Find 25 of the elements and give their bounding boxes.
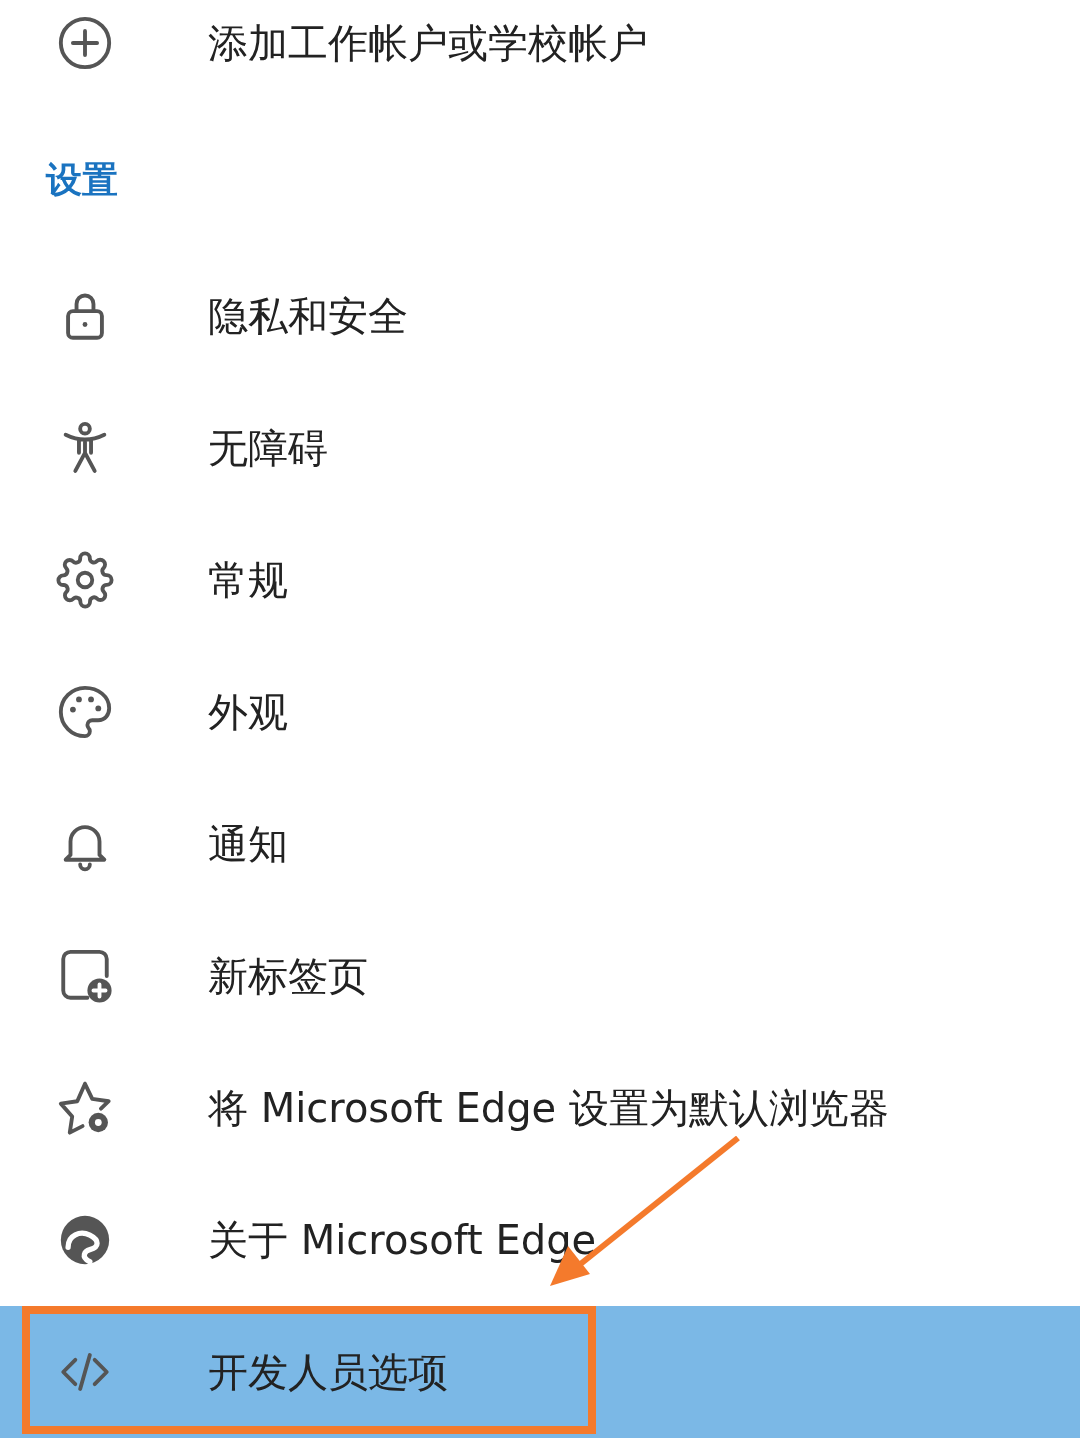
settings-item[interactable]: 常规 (0, 514, 1080, 646)
settings-item[interactable]: 开发人员选项 (0, 1306, 1080, 1438)
item-label: 开发人员选项 (208, 1347, 448, 1397)
star-gear-icon (56, 1079, 114, 1137)
item-label: 隐私和安全 (208, 291, 408, 341)
item-label: 常规 (208, 555, 288, 605)
item-label: 关于 Microsoft Edge (208, 1215, 597, 1265)
settings-item[interactable]: 隐私和安全 (0, 250, 1080, 382)
item-label: 将 Microsoft Edge 设置为默认浏览器 (208, 1083, 889, 1133)
settings-item[interactable]: 关于 Microsoft Edge (0, 1174, 1080, 1306)
item-label: 新标签页 (208, 951, 368, 1001)
settings-item[interactable]: 外观 (0, 646, 1080, 778)
settings-item[interactable]: 无障碍 (0, 382, 1080, 514)
palette-icon (56, 683, 114, 741)
add-icon (56, 14, 114, 72)
add-account-label: 添加工作帐户或学校帐户 (208, 18, 648, 68)
item-label: 无障碍 (208, 423, 328, 473)
section-title: 设置 (44, 158, 119, 202)
settings-item[interactable]: 将 Microsoft Edge 设置为默认浏览器 (0, 1042, 1080, 1174)
item-label: 外观 (208, 687, 288, 737)
settings-icon (56, 551, 114, 609)
item-label: 通知 (208, 819, 288, 869)
settings-item[interactable]: 新标签页 (0, 910, 1080, 1042)
settings-item[interactable]: 通知 (0, 778, 1080, 910)
add-account-item[interactable]: 添加工作帐户或学校帐户 (0, 0, 1080, 86)
